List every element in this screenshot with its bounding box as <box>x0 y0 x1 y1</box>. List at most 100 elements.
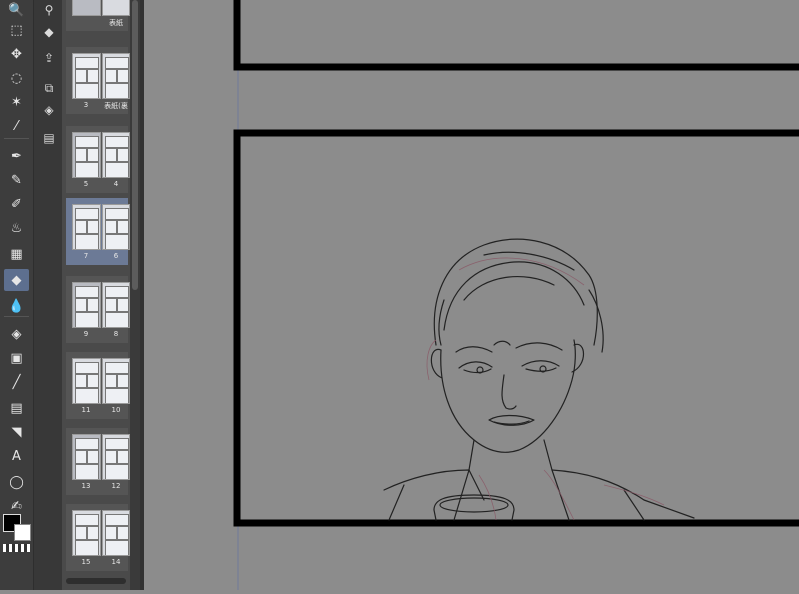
panel-preview <box>104 526 117 540</box>
page-spread-preview <box>72 53 130 99</box>
pencil-tool-icon[interactable]: ✎ <box>4 169 29 191</box>
correct-line-tool-icon-glyph: ✍ <box>11 498 22 514</box>
object-select-tool-icon[interactable]: ⬚ <box>4 19 29 41</box>
text-tool-icon[interactable]: A <box>4 445 29 467</box>
page-preview <box>101 358 130 404</box>
balloon-tool-icon[interactable]: ◯ <box>4 471 29 493</box>
zoom-tool-icon[interactable]: 🔍 <box>4 0 29 21</box>
panel-preview <box>87 526 99 540</box>
scrollbar-thumb[interactable] <box>132 0 138 290</box>
subtool-search-icon[interactable]: ⚲ <box>39 0 59 20</box>
panel-preview <box>75 362 99 374</box>
panel-preview <box>75 298 87 312</box>
page-thumbnail[interactable]: 13 12 <box>66 428 130 495</box>
page-preview <box>72 53 101 99</box>
panel-preview <box>75 69 87 83</box>
eraser-tool-icon-glyph: ◆ <box>11 272 22 288</box>
page-thumbnail[interactable]: 11 10 <box>66 352 130 419</box>
tool-separator <box>4 316 29 317</box>
transparent-color-swatch[interactable] <box>3 544 30 552</box>
page-preview <box>72 204 101 250</box>
subtool-export-icon[interactable]: ⇪ <box>39 48 59 68</box>
decoration-tool-icon[interactable]: ▦ <box>4 243 29 265</box>
page-thumbnail[interactable]: 98 <box>66 276 130 343</box>
panel-preview <box>75 514 99 526</box>
subtool-layer-stack-icon[interactable]: ⧉ <box>39 78 59 98</box>
page-number: 表紙(裏 <box>104 102 128 110</box>
page-manager-scrollbar[interactable] <box>130 0 140 590</box>
page-number: 4 <box>113 180 119 188</box>
pen-tool-icon[interactable]: ✒ <box>4 145 29 167</box>
panel-preview <box>75 83 99 98</box>
panel-preview <box>75 220 87 234</box>
panel-preview <box>75 286 99 298</box>
panel-preview <box>75 450 87 464</box>
brush-tool-icon[interactable]: ✐ <box>4 193 29 215</box>
page-manager-hscrollbar[interactable] <box>66 578 126 584</box>
subtool-film-icon[interactable]: ▤ <box>39 128 59 148</box>
manga-page-canvas[interactable] <box>144 0 799 590</box>
panel-preview <box>104 69 117 83</box>
eraser-tool-icon[interactable]: ◆ <box>4 269 29 291</box>
subtool-eraser-icon[interactable]: ◆ <box>39 22 59 42</box>
panel-preview <box>104 83 129 98</box>
panel-preview <box>87 69 99 83</box>
panel-preview <box>104 57 129 69</box>
page-preview <box>72 132 101 178</box>
page-preview <box>101 282 130 328</box>
brush-tool-icon-glyph: ✐ <box>11 196 22 212</box>
page-number: 11 <box>81 406 91 414</box>
airbrush-tool-icon-glyph: ♨ <box>10 220 23 236</box>
page-spread-preview <box>72 434 130 480</box>
page-spread-preview <box>72 0 130 16</box>
eyedropper-tool-icon[interactable]: ⁄ <box>4 115 29 137</box>
subtool-strip: ⚲ ◆ ⇪ ⧉ ◈ ▤ <box>33 0 63 590</box>
canvas-area[interactable] <box>144 0 799 590</box>
page-number: 8 <box>113 330 119 338</box>
page-spread-preview <box>72 204 130 250</box>
character-sketch <box>383 238 695 521</box>
page-spread-preview <box>72 358 130 404</box>
panel-preview <box>104 220 117 234</box>
page-number: 15 <box>81 558 91 566</box>
rough-sketch-lines <box>426 257 665 521</box>
panel-preview <box>104 464 129 479</box>
page-number: 7 <box>83 252 89 260</box>
page-number-labels: 13 12 <box>72 482 130 490</box>
ruler-tool-icon[interactable]: ◥ <box>4 421 29 443</box>
frame-border-tool-icon[interactable]: ▤ <box>4 397 29 419</box>
page-preview <box>72 0 101 16</box>
magic-wand-tool-icon[interactable]: ✶ <box>4 91 29 113</box>
panel-preview <box>104 374 117 388</box>
panel-preview <box>75 162 99 177</box>
fill-tool-icon[interactable]: ◈ <box>4 323 29 345</box>
panel-preview <box>104 312 129 327</box>
page-thumbnail[interactable]: 76 <box>66 198 130 265</box>
page-preview <box>101 204 130 250</box>
page-thumbnail[interactable]: 54 <box>66 126 130 193</box>
airbrush-tool-icon[interactable]: ♨ <box>4 217 29 239</box>
page-number-labels: 15 14 <box>72 558 130 566</box>
page-number: 14 <box>111 558 121 566</box>
panel-preview <box>104 208 129 220</box>
page-thumbnail[interactable]: 表紙 <box>66 0 130 31</box>
page-spread-preview <box>72 282 130 328</box>
panel-preview <box>75 208 99 220</box>
page-thumbnail[interactable]: 3 表紙(裏 <box>66 47 130 114</box>
page-manager-panel: 表紙 3 表紙(裏 5 4 7 6 9 8 11 10 13 12 15 14 <box>62 0 140 590</box>
fill-tool-icon-glyph: ◈ <box>11 326 22 342</box>
panel-preview <box>87 450 99 464</box>
gradient-tool-icon[interactable]: ▣ <box>4 347 29 369</box>
figure-tool-icon[interactable]: ╱ <box>4 371 29 393</box>
subtool-layers-icon[interactable]: ◈ <box>39 100 59 120</box>
panel-preview <box>75 438 99 450</box>
move-tool-icon[interactable]: ✥ <box>4 43 29 65</box>
blend-tool-icon[interactable]: 💧 <box>4 295 29 317</box>
frame-border-tool-icon-glyph: ▤ <box>10 400 23 416</box>
panel-preview <box>116 526 129 540</box>
sub-color-swatch[interactable] <box>14 524 31 541</box>
lasso-tool-icon[interactable]: ◌ <box>4 67 29 89</box>
panel-preview <box>104 234 129 249</box>
page-thumbnail[interactable]: 15 14 <box>66 504 130 571</box>
panel-preview <box>104 298 117 312</box>
